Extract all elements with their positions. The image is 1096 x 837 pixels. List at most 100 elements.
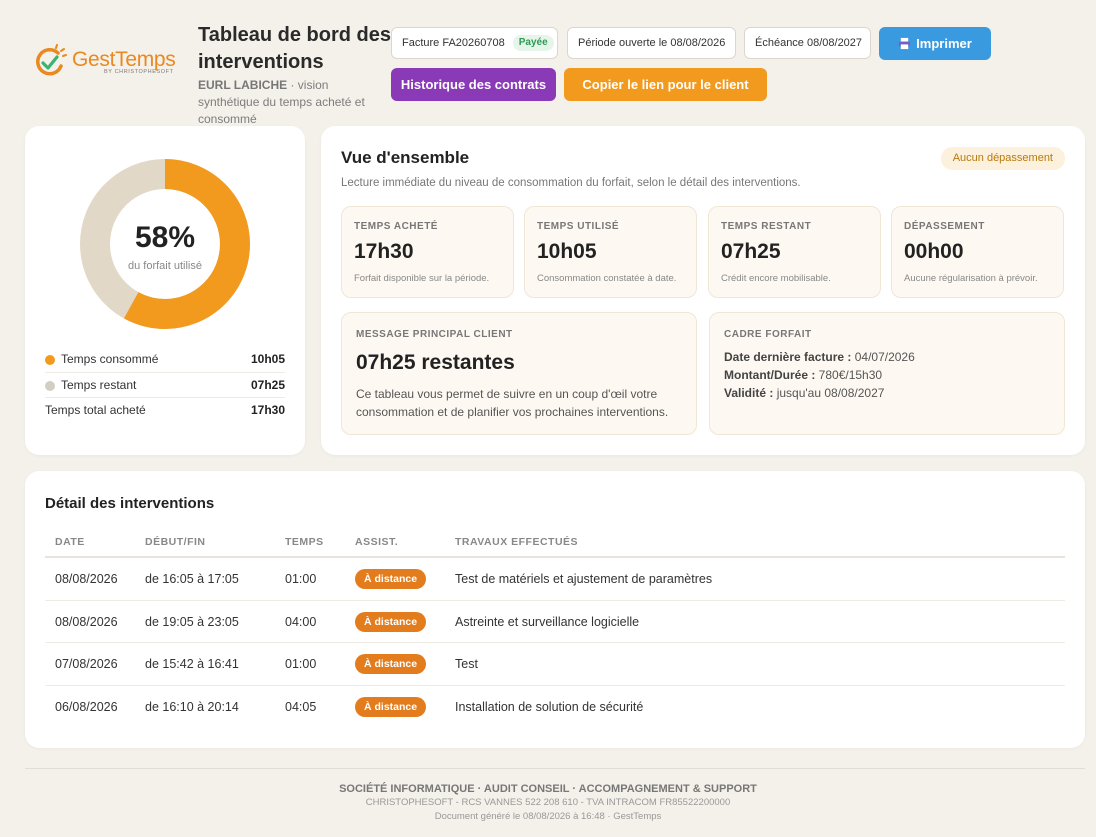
legend-consumed-dot — [45, 355, 55, 365]
page-footer: SOCIÉTÉ INFORMATIQUE · AUDIT CONSEIL · A… — [0, 782, 1096, 824]
legend-remaining-dot — [45, 380, 55, 391]
row-span: de 16:05 à 17:05 — [145, 572, 239, 586]
invoice-status-badge: Payée — [512, 35, 554, 51]
brand-name-part1: Gest — [72, 48, 116, 71]
amount-duration-value: 780€/15h30 — [815, 368, 883, 382]
legend-remaining-value: 07h25 — [250, 377, 285, 392]
row-time: 01:00 — [285, 572, 317, 586]
row-span: de 16:10 à 20:14 — [145, 699, 239, 714]
footer-legal: CHRISTOPHESOFT - RCS VANNES 522 208 610 … — [365, 797, 731, 808]
legend-total: Temps total acheté 17h30 — [45, 398, 285, 424]
page-title: Tableau de bord des interventions — [198, 24, 391, 73]
package-frame-label: CADRE FORFAIT — [724, 329, 812, 340]
interventions-title: Détail des interventions — [45, 495, 215, 512]
footer-services: SOCIÉTÉ INFORMATIQUE · AUDIT CONSEIL · A… — [339, 783, 757, 795]
amount-duration-key: Montant/Durée : — [724, 368, 816, 382]
stat-note: Forfait disponible sur la période. — [354, 273, 490, 284]
last-invoice-date-value: 04/07/2026 — [851, 350, 915, 364]
client-message-value: 07h25 restantes — [356, 351, 515, 374]
assist-badge: À distance — [355, 569, 427, 589]
row-date: 08/08/2026 — [55, 572, 118, 586]
assist-badge: À distance — [355, 696, 427, 717]
stat-label: TEMPS ACHETÉ — [354, 221, 438, 232]
gesttemps-logo-icon — [36, 44, 67, 76]
contract-history-button[interactable]: Historique des contrats — [391, 68, 556, 101]
print-button-label: Imprimer — [916, 36, 972, 51]
row-span: de 15:42 à 16:41 — [145, 657, 239, 671]
copy-client-link-button[interactable]: Copier le lien pour le client — [564, 68, 767, 101]
client-message-label: MESSAGE PRINCIPAL CLIENT — [356, 329, 513, 340]
table-row: 06/08/2026 de 16:10 à 20:14 04:05 À dist… — [45, 686, 1065, 729]
legend-consumed-label: Temps consommé — [61, 352, 159, 366]
table-row: 08/08/2026 de 16:05 à 17:05 01:00 À dist… — [45, 558, 1065, 601]
assist-badge: À distance — [355, 654, 427, 674]
stat-note: Consommation constatée à date. — [537, 273, 677, 284]
footer-generated: Document généré le 08/08/2026 à 16:48 · … — [434, 811, 662, 822]
package-frame-box: CADRE FORFAIT Date dernière facture : 04… — [709, 312, 1065, 435]
invoice-chip: Facture FA20260708 Payée — [391, 27, 558, 59]
last-invoice-date-key: Date dernière facture : — [724, 350, 852, 364]
footer-divider — [25, 768, 1085, 769]
row-work: Test de matériels et ajustement de param… — [455, 572, 713, 586]
usage-percent: 58% — [134, 221, 196, 254]
stat-value: 17h30 — [354, 240, 414, 263]
overage-status-badge: Aucun dépassement — [940, 147, 1065, 170]
row-time: 01:00 — [285, 657, 317, 671]
assist-badge: À distance — [355, 611, 427, 632]
printer-icon — [899, 37, 911, 50]
col-date: DATE — [55, 536, 85, 548]
row-date: 08/08/2026 — [55, 614, 118, 629]
stat-note: Aucune régularisation à prévoir. — [904, 273, 1038, 284]
usage-card: 58% du forfait utilisé Temps consommé 10… — [25, 126, 305, 455]
client-message-text: Ce tableau vous permet de suivre en un c… — [356, 387, 669, 419]
row-work: Installation de solution de sécurité — [455, 699, 644, 714]
stat-label: TEMPS RESTANT — [721, 221, 812, 232]
page-subtitle: EURL LABICHE · vision synthétique du tem… — [198, 77, 393, 128]
brand-name-part2: Temps — [115, 48, 176, 71]
stat-value: 00h00 — [904, 240, 964, 263]
stat-purchased: TEMPS ACHETÉ 17h30 Forfait disponible su… — [341, 206, 514, 298]
legend-total-label: Temps total acheté — [45, 403, 146, 417]
period-chip: Période ouverte le 08/08/2026 — [567, 27, 736, 59]
col-work: TRAVAUX EFFECTUÉS — [455, 536, 579, 548]
interventions-table: DATE DÉBUT/FIN TEMPS ASSIST. TRAVAUX EFF… — [45, 529, 1065, 728]
brand-tagline: BY CHRISTOPHESOFT — [104, 69, 174, 75]
stat-remaining: TEMPS RESTANT 07h25 Crédit encore mobili… — [708, 206, 881, 298]
legend-total-value: 17h30 — [250, 403, 285, 417]
stat-label: TEMPS UTILISÉ — [537, 221, 620, 232]
print-button[interactable]: Imprimer — [879, 27, 991, 60]
validity-value: jusqu'au 08/08/2027 — [773, 386, 885, 400]
row-work: Test — [455, 657, 478, 671]
validity: Validité : jusqu'au 08/08/2027 — [724, 386, 884, 400]
legend-consumed: Temps consommé 10h05 — [45, 347, 285, 373]
client-message-box: MESSAGE PRINCIPAL CLIENT 07h25 restantes… — [341, 312, 697, 435]
legend-consumed-value: 10h05 — [250, 352, 285, 366]
overview-card: Vue d'ensemble Lecture immédiate du nive… — [321, 126, 1085, 455]
row-time: 04:05 — [285, 699, 317, 714]
overview-title: Vue d'ensemble — [341, 148, 470, 167]
col-time: TEMPS — [285, 536, 324, 548]
col-start-end: DÉBUT/FIN — [145, 536, 206, 548]
stat-used: TEMPS UTILISÉ 10h05 Consommation constat… — [524, 206, 697, 298]
overview-subtitle: Lecture immédiate du niveau de consommat… — [341, 177, 801, 189]
row-work: Astreinte et surveillance logicielle — [455, 614, 640, 629]
client-name: EURL LABICHE — [198, 78, 288, 92]
last-invoice-date: Date dernière facture : 04/07/2026 — [724, 350, 915, 364]
stat-label: DÉPASSEMENT — [904, 221, 985, 232]
table-row: 08/08/2026 de 19:05 à 23:05 04:00 À dist… — [45, 601, 1065, 643]
stat-value: 07h25 — [721, 240, 781, 263]
title-block: Tableau de bord des interventions EURL L… — [198, 22, 393, 128]
row-span: de 19:05 à 23:05 — [145, 614, 239, 629]
invoice-number: Facture FA20260708 — [402, 37, 505, 49]
brand-logo: GestTemps BY CHRISTOPHESOFT — [32, 44, 182, 84]
amount-duration: Montant/Durée : 780€/15h30 — [724, 368, 882, 382]
table-row: 07/08/2026 de 15:42 à 16:41 01:00 À dist… — [45, 643, 1065, 686]
stat-value: 10h05 — [537, 240, 597, 263]
stat-overage: DÉPASSEMENT 00h00 Aucune régularisation … — [891, 206, 1064, 298]
col-assist: ASSIST. — [355, 536, 399, 548]
table-header: DATE DÉBUT/FIN TEMPS ASSIST. TRAVAUX EFF… — [45, 529, 1065, 558]
legend-remaining: Temps restant 07h25 — [45, 373, 285, 398]
due-date-chip: Échéance 08/08/2027 — [744, 27, 871, 59]
validity-key: Validité : — [724, 386, 774, 400]
row-date: 06/08/2026 — [55, 699, 118, 714]
